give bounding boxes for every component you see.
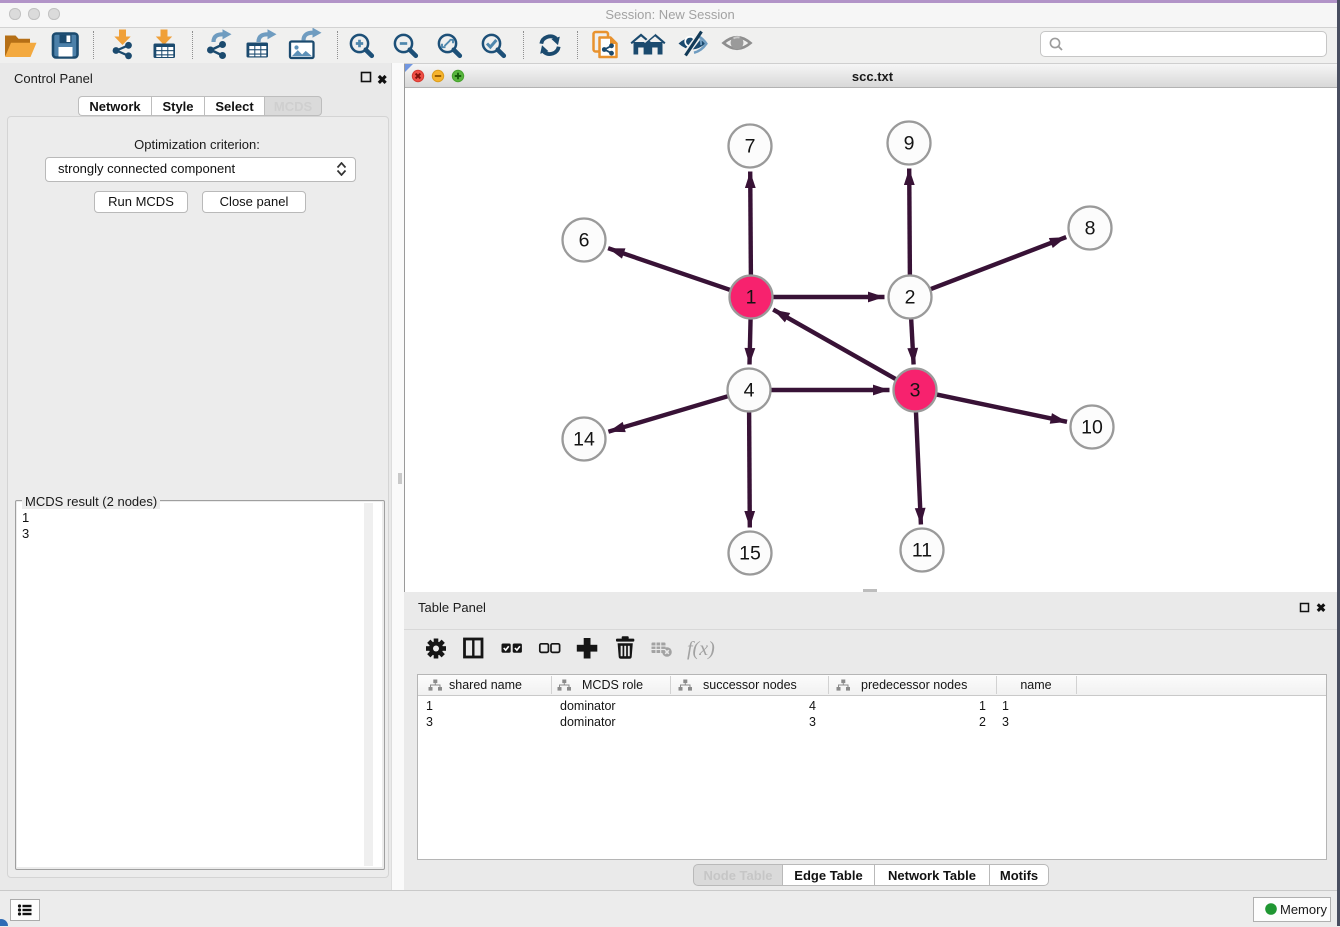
svg-text:2: 2 — [905, 287, 916, 309]
svg-text:3: 3 — [910, 380, 921, 402]
svg-text:f(x): f(x) — [687, 638, 715, 660]
svg-text:7: 7 — [745, 136, 756, 158]
svg-text:9: 9 — [904, 133, 915, 155]
svg-text:1: 1 — [746, 287, 757, 309]
svg-text:10: 10 — [1081, 417, 1103, 439]
svg-text:11: 11 — [912, 540, 932, 562]
svg-text:15: 15 — [739, 543, 761, 565]
svg-text:14: 14 — [573, 429, 595, 451]
svg-text:8: 8 — [1085, 218, 1096, 240]
svg-text:4: 4 — [744, 380, 755, 402]
svg-text:6: 6 — [579, 230, 590, 252]
